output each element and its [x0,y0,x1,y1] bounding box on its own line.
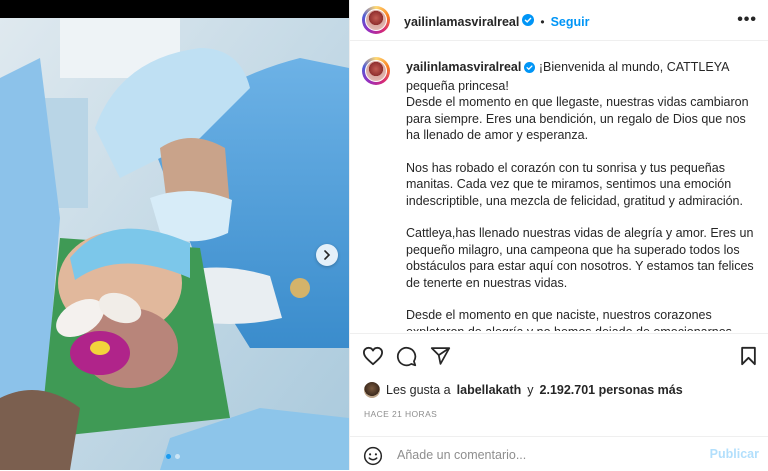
photo-illustration [0,18,349,470]
caption-author-username[interactable]: yailinlamasviralreal [406,60,521,74]
post-side-panel: yailinlamasviralreal • Seguir ••• yailin… [349,0,768,470]
caption-area: yailinlamasviralreal ¡Bienvenida al mund… [350,41,768,331]
liker-avatar[interactable] [364,382,380,398]
caption-paragraph: Desde el momento en que llegaste, nuestr… [406,95,749,142]
post-timestamp[interactable]: HACE 21 HORAS [364,409,437,419]
verified-badge-icon [522,13,535,31]
post-photo[interactable] [0,18,349,470]
comment-icon[interactable] [396,346,417,372]
more-options-icon[interactable]: ••• [737,11,757,29]
carousel-indicator [166,454,180,459]
heart-icon[interactable] [362,346,384,371]
caption-author-avatar[interactable] [362,57,390,85]
caption-text: yailinlamasviralreal ¡Bienvenida al mund… [406,59,758,331]
action-bar [350,333,768,380]
post-header: yailinlamasviralreal • Seguir ••• [350,0,768,41]
header-separator: • [540,15,545,29]
author-avatar[interactable] [362,6,390,34]
likes-prefix: Les gusta a [386,383,451,397]
carousel-next-button[interactable] [316,244,338,266]
publish-button[interactable]: Publicar [710,447,759,461]
bookmark-icon[interactable] [740,346,757,371]
instagram-post-modal: yailinlamasviralreal • Seguir ••• yailin… [0,0,768,470]
comment-bar: Publicar [350,436,768,471]
comment-input[interactable] [395,445,699,465]
emoji-icon[interactable] [363,446,383,471]
caption-paragraph: Nos has robado el corazón con tu sonrisa… [406,160,743,208]
caption-paragraph: Cattleya,has llenado nuestras vidas de a… [406,226,754,290]
liker-username[interactable]: labellakath [457,383,522,397]
likes-count[interactable]: 2.192.701 personas más [540,383,683,397]
carousel-dot-1 [166,454,171,459]
chevron-right-icon [324,250,331,260]
follow-button[interactable]: Seguir [551,15,590,29]
caption-first-line: yailinlamasviralreal ¡Bienvenida al mund… [406,59,758,94]
share-icon[interactable] [430,346,451,371]
author-username[interactable]: yailinlamasviralreal [404,15,519,29]
likes-summary: Les gusta a labellakath y 2.192.701 pers… [364,382,683,398]
verified-badge-icon [524,61,536,78]
caption-paragraph: Desde el momento en que naciste, nuestro… [406,308,732,331]
header-user-row: yailinlamasviralreal • Seguir [404,13,589,31]
carousel-dot-2 [175,454,180,459]
likes-joiner: y [527,383,534,397]
